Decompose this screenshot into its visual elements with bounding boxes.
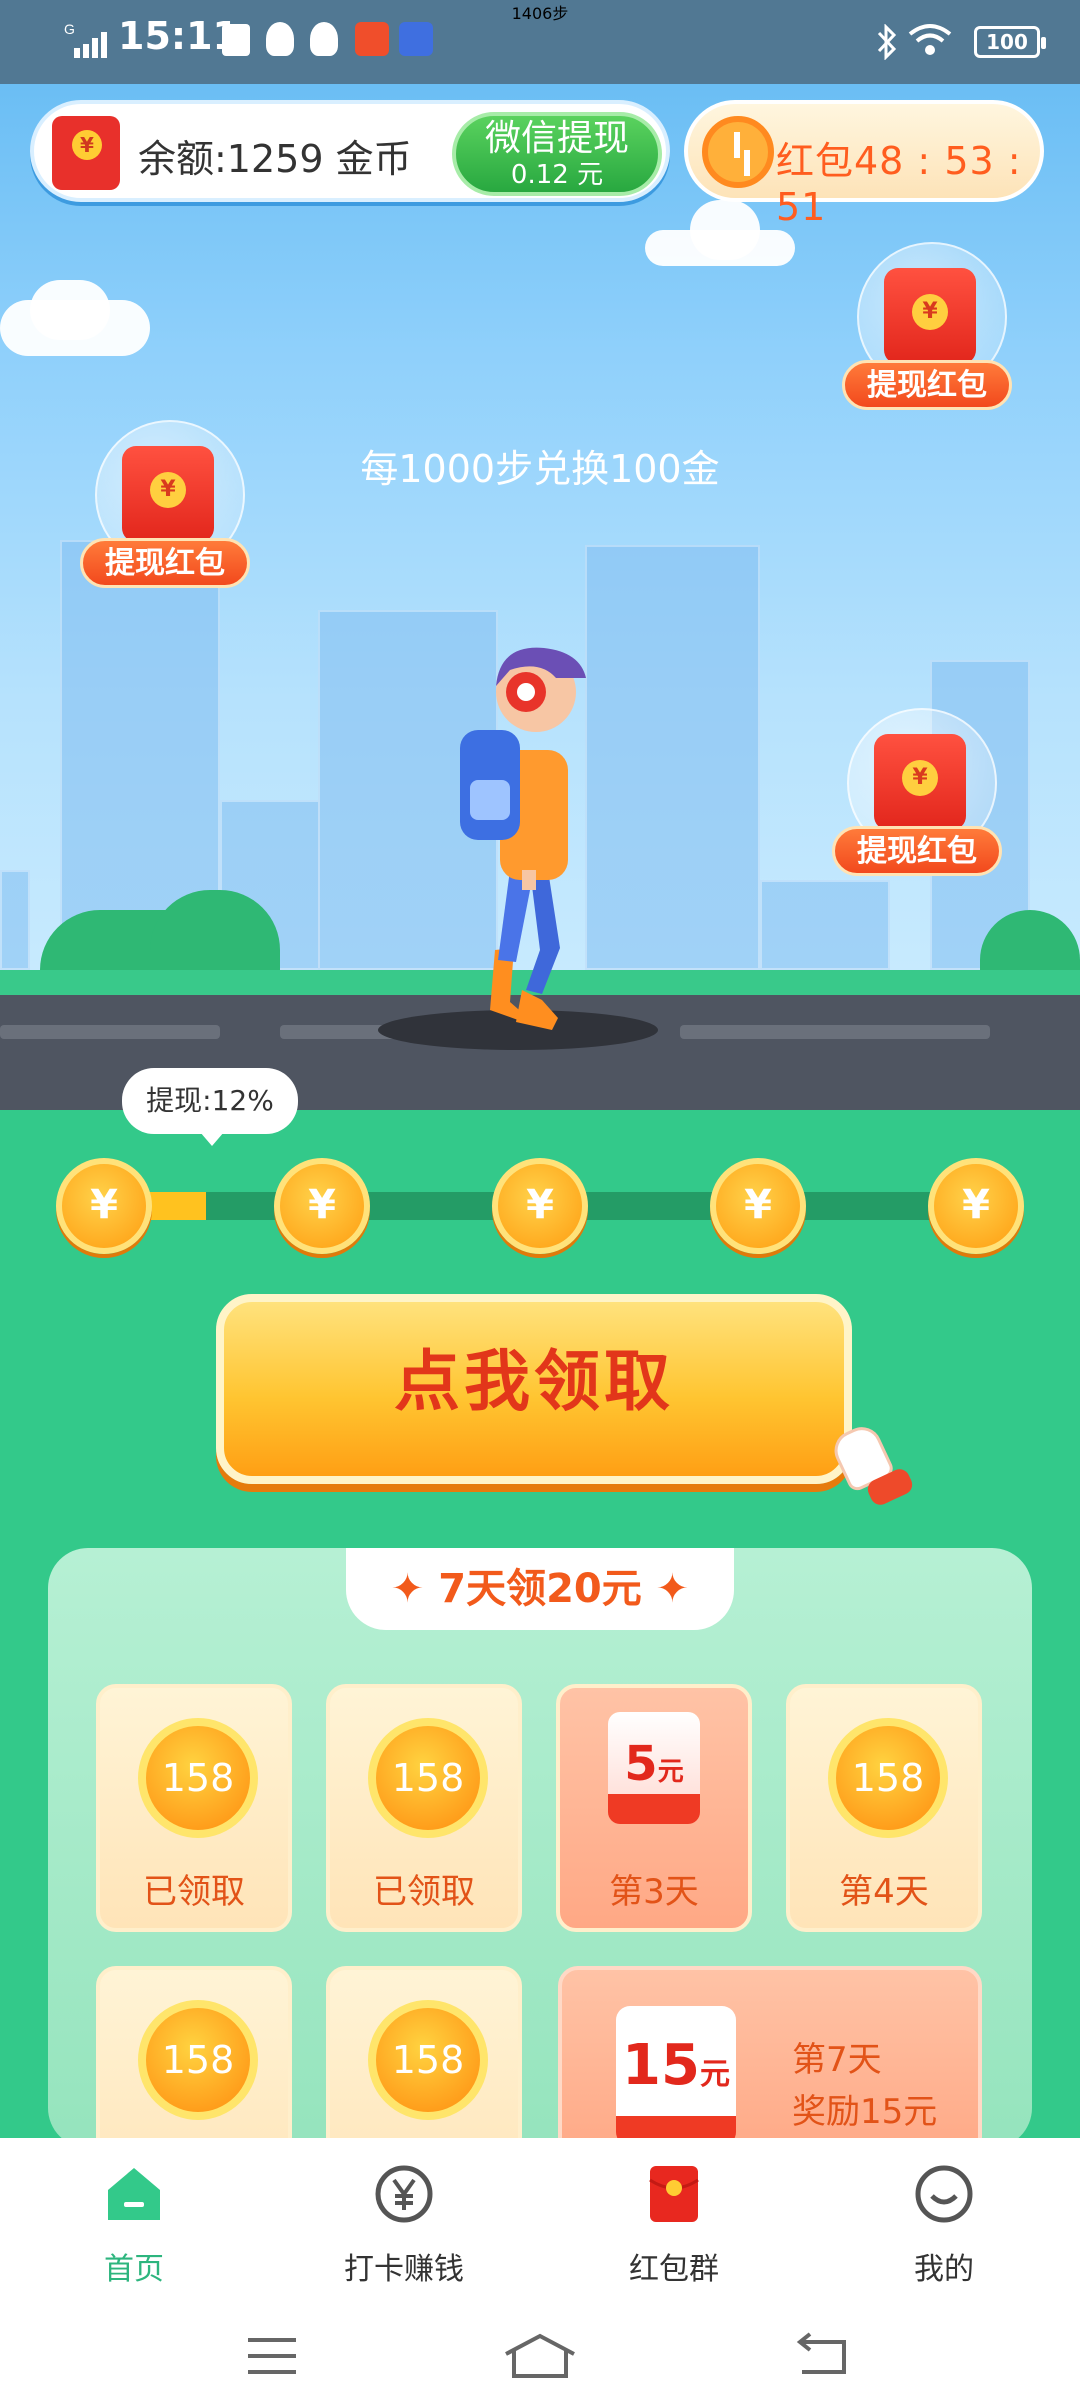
redpack-timer[interactable]: 红包48 : 53 : 51 bbox=[684, 100, 1044, 229]
timer-text: 红包48 : 53 : 51 bbox=[776, 139, 1022, 229]
step-count: 1406 bbox=[511, 4, 553, 23]
step-counter: 1406步 bbox=[0, 0, 1080, 24]
building-decoration bbox=[585, 545, 760, 970]
withdraw-amount: 0.12 元 bbox=[510, 160, 604, 190]
coin-badge: 158 bbox=[138, 1718, 258, 1838]
progress-coin[interactable]: ¥ bbox=[274, 1158, 370, 1254]
floating-redpack-label: 提现红包 bbox=[80, 538, 250, 588]
qq-icon bbox=[310, 22, 338, 56]
withdraw-title: 微信提现 bbox=[484, 118, 629, 159]
tab-label: 首页 bbox=[104, 2252, 164, 2287]
coin-badge: 158 bbox=[138, 2000, 258, 2120]
cash-reward-badge: 15元 bbox=[616, 2006, 736, 2146]
floating-redpack-label: 提现红包 bbox=[832, 826, 1002, 876]
checkin-day-card[interactable]: 158 已领取 bbox=[96, 1684, 292, 1932]
wechat-check-icon bbox=[222, 24, 250, 56]
reward-unit: 元 bbox=[657, 1757, 684, 1787]
red-envelope-icon bbox=[884, 268, 976, 364]
floating-redpack[interactable]: 提现红包 bbox=[80, 420, 250, 620]
floating-redpack[interactable]: 提现红包 bbox=[842, 242, 1012, 442]
wechat-withdraw-button[interactable]: 微信提现 0.12 元 bbox=[452, 112, 662, 196]
day7-reward-card[interactable]: 15元 第7天 奖励15元 bbox=[558, 1966, 982, 2166]
progress-coin[interactable]: ¥ bbox=[710, 1158, 806, 1254]
cell-signal-icon: G bbox=[64, 21, 107, 58]
menu-icon[interactable] bbox=[242, 2332, 302, 2380]
balance-bar[interactable]: 余额:1259 金币 微信提现 0.12 元 bbox=[30, 100, 670, 202]
red-envelope-icon bbox=[52, 116, 120, 190]
yen-coin-icon bbox=[375, 2165, 433, 2223]
tab-label: 打卡赚钱 bbox=[344, 2252, 464, 2287]
withdraw-progress-tooltip: 提现:12% bbox=[122, 1068, 298, 1146]
pointing-hand-icon bbox=[820, 1420, 916, 1510]
progress-coin[interactable]: ¥ bbox=[56, 1158, 152, 1254]
red-envelope-icon bbox=[649, 2166, 699, 2222]
bottom-tab-bar: 首页 打卡赚钱 红包群 我的 bbox=[0, 2138, 1080, 2298]
walking-character-illustration bbox=[460, 647, 586, 1030]
coin-badge: 158 bbox=[368, 2000, 488, 2120]
tab-redpack-group[interactable]: 红包群 bbox=[574, 2148, 774, 2298]
checkin-day-card[interactable]: 158 已领取 bbox=[326, 1684, 522, 1932]
tab-checkin-earn[interactable]: 打卡赚钱 bbox=[304, 2148, 504, 2298]
tab-home[interactable]: 首页 bbox=[34, 2148, 234, 2298]
balance-text: 余额:1259 金币 bbox=[138, 137, 412, 181]
cloud-decoration bbox=[30, 280, 110, 340]
floating-redpack-label: 提现红包 bbox=[842, 360, 1012, 410]
back-icon[interactable] bbox=[792, 2332, 852, 2380]
system-nav-bar bbox=[0, 2298, 1080, 2408]
progress-coin[interactable]: ¥ bbox=[492, 1158, 588, 1254]
battery-indicator: 100 bbox=[974, 26, 1046, 58]
cash-reward-badge: 5元 bbox=[608, 1712, 700, 1824]
reward-unit: 元 bbox=[699, 2057, 730, 2092]
building-decoration bbox=[0, 870, 30, 970]
reward-amount: 5 bbox=[624, 1736, 658, 1792]
app-icon bbox=[355, 22, 389, 56]
bluetooth-icon bbox=[877, 24, 897, 60]
wifi-icon bbox=[908, 24, 952, 55]
coin-badge: 158 bbox=[828, 1718, 948, 1838]
road-stripe bbox=[680, 1025, 990, 1039]
sport-app-icon bbox=[399, 22, 433, 56]
checkin-day-card[interactable]: 158 第4天 bbox=[786, 1684, 982, 1932]
day-status: 已领取 bbox=[373, 1872, 475, 1912]
reward-amount: 15 bbox=[622, 2033, 700, 2098]
floating-redpack[interactable]: 提现红包 bbox=[832, 708, 1002, 908]
cloud-decoration bbox=[690, 200, 760, 260]
progress-coin[interactable]: ¥ bbox=[928, 1158, 1024, 1254]
red-envelope-icon bbox=[122, 446, 214, 542]
checkin-day-card[interactable]: 5元 第3天 bbox=[556, 1684, 752, 1932]
day-status: 第4天 bbox=[839, 1872, 929, 1912]
day-status: 第3天 bbox=[609, 1872, 699, 1912]
coin-badge: 158 bbox=[368, 1718, 488, 1838]
smile-profile-icon bbox=[915, 2165, 973, 2223]
home-icon bbox=[108, 2168, 160, 2220]
qq-icon bbox=[266, 22, 294, 56]
alarm-clock-icon bbox=[702, 116, 774, 188]
claim-button[interactable]: 点我领取 bbox=[216, 1294, 852, 1484]
tab-label: 我的 bbox=[914, 2252, 974, 2287]
home-nav-icon[interactable] bbox=[500, 2332, 580, 2380]
claim-button-label: 点我领取 bbox=[394, 1343, 674, 1420]
step-unit: 步 bbox=[552, 4, 569, 23]
road-stripe bbox=[0, 1025, 220, 1039]
checkin-title: ✦ 7天领20元 ✦ bbox=[346, 1548, 734, 1630]
red-envelope-icon bbox=[874, 734, 966, 830]
day7-label: 第7天 bbox=[792, 2040, 882, 2080]
day-status: 已领取 bbox=[143, 1872, 245, 1912]
tab-profile[interactable]: 我的 bbox=[844, 2148, 1044, 2298]
tab-label: 红包群 bbox=[629, 2252, 719, 2287]
day7-reward-desc: 奖励15元 bbox=[792, 2092, 938, 2132]
